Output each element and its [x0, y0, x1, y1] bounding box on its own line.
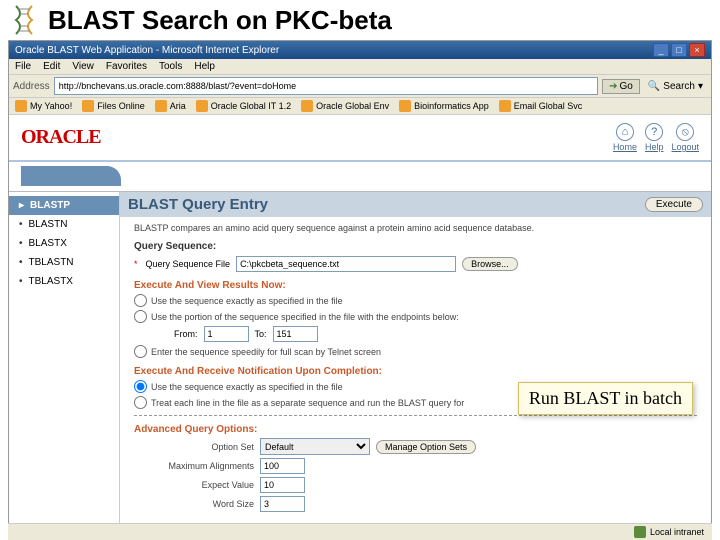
zone-icon	[634, 526, 646, 538]
radio-exact[interactable]	[134, 294, 147, 307]
browse-button[interactable]: Browse...	[462, 257, 518, 271]
expect-value-input[interactable]	[260, 477, 305, 493]
to-input[interactable]	[273, 326, 318, 342]
query-sequence-label: Query Sequence:	[134, 241, 697, 252]
radio-batch-each-line[interactable]	[134, 396, 147, 409]
dna-icon	[8, 4, 40, 36]
execute-button[interactable]: Execute	[645, 197, 703, 212]
sidebar-item-tblastn[interactable]: TBLASTN	[9, 253, 119, 272]
tab-shape	[21, 166, 121, 186]
go-button[interactable]: ➔ Go	[602, 79, 640, 94]
home-icon: ⌂	[616, 123, 634, 141]
slide-title: BLAST Search on PKC-beta	[48, 5, 392, 36]
required-asterisk: *	[134, 259, 138, 269]
to-label: To:	[255, 329, 267, 339]
manage-option-sets-button[interactable]: Manage Option Sets	[376, 440, 476, 454]
search-button[interactable]: 🔍 Search ▾	[644, 80, 707, 93]
favicon	[301, 100, 313, 112]
help-link[interactable]: ?Help	[645, 123, 664, 152]
word-size-label: Word Size	[134, 499, 254, 509]
link-bio[interactable]: Bioinformatics App	[399, 100, 489, 112]
sidebar-item-blastn[interactable]: BLASTN	[9, 215, 119, 234]
favicon	[155, 100, 167, 112]
radio-batch-exact[interactable]	[134, 380, 147, 393]
status-bar: Local intranet	[8, 523, 712, 540]
option-set-select[interactable]: Default	[260, 438, 370, 455]
radio-portion[interactable]	[134, 310, 147, 323]
query-file-label: Query Sequence File	[146, 259, 231, 269]
address-input[interactable]	[54, 77, 598, 95]
link-oracle3[interactable]: Oracle Global Env	[301, 100, 389, 112]
favicon	[196, 100, 208, 112]
option-set-label: Option Set	[134, 442, 254, 452]
from-label: From:	[174, 329, 198, 339]
minimize-button[interactable]: _	[653, 43, 669, 57]
menu-favorites[interactable]: Favorites	[106, 61, 147, 72]
execute-now-heading: Execute And View Results Now:	[134, 280, 697, 291]
link-aria[interactable]: Aria	[155, 100, 186, 112]
max-alignments-label: Maximum Alignments	[134, 461, 254, 471]
menu-help[interactable]: Help	[194, 61, 215, 72]
help-icon: ?	[645, 123, 663, 141]
home-link[interactable]: ⌂Home	[613, 123, 637, 152]
status-zone: Local intranet	[650, 527, 704, 537]
sidebar: BLASTP BLASTN BLASTX TBLASTN TBLASTX	[9, 192, 119, 523]
favicon	[82, 100, 94, 112]
expect-value-label: Expect Value	[134, 480, 254, 490]
divider	[134, 415, 697, 416]
address-label: Address	[13, 81, 50, 92]
execute-batch-heading: Execute And Receive Notification Upon Co…	[134, 366, 697, 377]
from-input[interactable]	[204, 326, 249, 342]
query-file-input[interactable]	[236, 256, 456, 272]
oracle-logo: ORACLE	[21, 126, 101, 149]
panel-description: BLASTP compares an amino acid query sequ…	[134, 223, 697, 233]
panel-title: BLAST Query Entry	[128, 196, 268, 213]
favicon	[15, 100, 27, 112]
chevron-down-icon: ▾	[698, 81, 703, 92]
window-title: Oracle BLAST Web Application - Microsoft…	[15, 45, 279, 56]
link-email[interactable]: Email Global Svc	[499, 100, 583, 112]
favicon	[399, 100, 411, 112]
sidebar-item-tblastx[interactable]: TBLASTX	[9, 272, 119, 291]
max-alignments-input[interactable]	[260, 458, 305, 474]
link-myyahoo[interactable]: My Yahoo!	[15, 100, 72, 112]
window-titlebar: Oracle BLAST Web Application - Microsoft…	[9, 41, 711, 59]
sidebar-item-blastx[interactable]: BLASTX	[9, 234, 119, 253]
go-icon: ➔	[609, 81, 617, 92]
radio-enter-seq[interactable]	[134, 345, 147, 358]
maximize-button[interactable]: □	[671, 43, 687, 57]
favicon	[499, 100, 511, 112]
browser-menu: File Edit View Favorites Tools Help	[9, 59, 711, 75]
menu-view[interactable]: View	[72, 61, 94, 72]
menu-edit[interactable]: Edit	[43, 61, 60, 72]
logout-icon: ⦸	[676, 123, 694, 141]
menu-file[interactable]: File	[15, 61, 31, 72]
advanced-options-heading: Advanced Query Options:	[134, 424, 697, 435]
close-button[interactable]: ×	[689, 43, 705, 57]
search-icon: 🔍	[648, 81, 660, 92]
menu-tools[interactable]: Tools	[159, 61, 182, 72]
link-oracle2[interactable]: Oracle Global IT 1.2	[196, 100, 291, 112]
link-files[interactable]: Files Online	[82, 100, 145, 112]
logout-link[interactable]: ⦸Logout	[671, 123, 699, 152]
sidebar-item-blastp[interactable]: BLASTP	[9, 196, 119, 215]
callout-annotation: Run BLAST in batch	[518, 382, 693, 415]
word-size-input[interactable]	[260, 496, 305, 512]
